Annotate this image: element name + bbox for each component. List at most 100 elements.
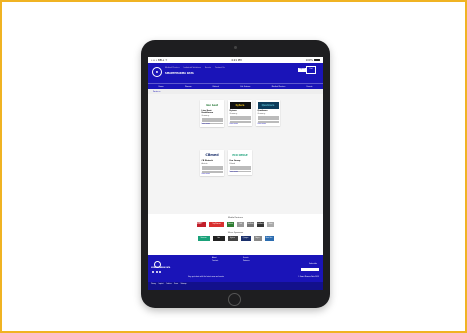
partner-logo: hytera	[229, 101, 251, 109]
footer-bottom-link[interactable]: Cookies	[166, 284, 171, 285]
footer-bottom-link[interactable]: Imprint	[159, 284, 164, 285]
footer-notice: Stay up to date with the latest news and…	[188, 277, 225, 278]
nav-item[interactable]: Events	[307, 86, 313, 88]
sponsor-logo[interactable]: Siemens	[197, 236, 210, 241]
nav-item[interactable]: Pharma	[185, 86, 191, 88]
sponsor-logo[interactable]: Pharma Health	[197, 221, 206, 227]
background-frame: •••• BELL ≑ 4:21 PM 100% B Medical Devic…	[0, 0, 467, 333]
partner-logo: Qualicare	[257, 101, 279, 109]
brand-name: SMARTPHARMA DATA	[165, 72, 194, 75]
partner-description	[229, 115, 251, 123]
sponsor-logo[interactable]: Top Pharma	[209, 221, 224, 227]
partner-logo: ECO OPOLE	[230, 152, 251, 159]
sponsor-logo[interactable]: Bayer	[253, 236, 262, 241]
partner-logo-text: CBmed	[205, 153, 219, 157]
social-links	[152, 271, 161, 273]
partner-card[interactable]: lion beat Lion Beat Healthcare Germany L…	[200, 100, 224, 127]
partner-country: Poland	[229, 162, 236, 165]
partner-country: Germany	[257, 112, 266, 115]
sponsor-logo[interactable]: Lion	[212, 236, 225, 241]
partner-title: CB Biotech	[201, 160, 214, 162]
copyright: © Smart Pharma Data 2023	[297, 277, 319, 278]
sponsor-logo[interactable]: BioWorld	[257, 221, 264, 227]
partner-logo: lion beat	[202, 102, 223, 109]
nav-item[interactable]: Home	[159, 86, 164, 88]
facebook-icon[interactable]	[152, 271, 154, 273]
footer-top: SMARTPHARMA DATA About Contact Events Pa…	[148, 255, 323, 282]
partner-logo: CBmed	[202, 152, 223, 159]
home-button[interactable]	[228, 293, 241, 306]
footer-links: Events Partners	[243, 258, 250, 262]
partner-description	[257, 115, 279, 123]
battery-group: 100%	[306, 59, 320, 62]
cart-button[interactable]: Cart	[306, 66, 316, 74]
partner-grid: lion beat Lion Beat Healthcare Germany L…	[148, 94, 323, 214]
learn-more-link[interactable]: Learn more	[202, 174, 223, 175]
learn-more-link[interactable]: Learn more	[202, 124, 223, 125]
footer-bottom-link[interactable]: Sitemap	[181, 284, 187, 285]
camera-icon	[234, 46, 237, 49]
clock-label: 4:21 PM	[231, 58, 242, 62]
footer-link[interactable]: Partners	[243, 261, 250, 262]
partner-title: Eco Group	[229, 160, 241, 162]
nav-item[interactable]: Biotech	[213, 86, 219, 88]
signin-button[interactable]: Sign in	[298, 68, 306, 72]
footer-link[interactable]: Contact	[212, 261, 218, 262]
partner-title: Hytera	[229, 110, 237, 112]
silver-sponsors-section: Silver Sponsors Siemens Lion Hytera Cyto…	[148, 231, 323, 241]
partner-title: Qualicare	[257, 110, 268, 112]
partner-card[interactable]: Qualicare Qualicare Germany Learn more	[256, 100, 280, 127]
learn-more-link[interactable]: Learn more	[258, 124, 279, 125]
top-link[interactable]: Medical Devices	[165, 67, 180, 69]
learn-more-link[interactable]: Learn more	[230, 124, 251, 125]
sponsor-logo[interactable]: iStem	[267, 221, 274, 227]
sponsor-logo[interactable]: Lab	[237, 221, 244, 227]
logo-row: Siemens Lion Hytera Cytogen Bayer Next G…	[148, 236, 323, 241]
top-link[interactable]: Industrial Solutions	[184, 67, 201, 69]
partner-logo-text: hytera	[235, 103, 245, 107]
partner-card[interactable]: CBmed CB Biotech Austria Learn more	[200, 150, 224, 177]
footer-bottom-link[interactable]: Terms	[174, 284, 178, 285]
footer-bottom-links: Privacy Imprint Cookies Terms Sitemap	[151, 284, 186, 285]
top-link[interactable]: Events	[205, 67, 211, 69]
sponsor-logo[interactable]: Next Gen	[264, 236, 274, 241]
footer-link[interactable]: About	[212, 258, 218, 259]
site-logo[interactable]: B	[152, 67, 162, 77]
partner-logo-text: Qualicare	[261, 103, 275, 107]
linkedin-icon[interactable]	[159, 271, 161, 273]
partner-logo-text: lion beat	[206, 103, 218, 107]
logo-row: Pharma Health Top Pharma Biotech Lab Med…	[148, 221, 323, 227]
tablet-screen: •••• BELL ≑ 4:21 PM 100% B Medical Devic…	[148, 57, 323, 290]
partner-country: Germany	[229, 112, 238, 115]
partner-description	[201, 117, 223, 124]
site-header: B Medical Devices Industrial Solutions E…	[148, 63, 323, 89]
newsletter-label: Subscribe	[309, 264, 317, 265]
breadcrumb-link[interactable]: Partners	[153, 91, 160, 93]
partner-logo-text: ECO OPOLE	[232, 153, 248, 157]
partner-country: Germany	[201, 114, 210, 117]
top-link[interactable]: Contact Us	[215, 67, 225, 69]
nav-item[interactable]: Medical Devices	[272, 86, 286, 88]
section-title: Media Partners	[228, 217, 243, 219]
footer-link[interactable]: Events	[243, 258, 250, 259]
footer-links: About Contact	[212, 258, 218, 262]
partner-description	[201, 165, 223, 173]
footer-bottom-link[interactable]: Privacy	[151, 284, 156, 285]
top-links: Medical Devices Industrial Solutions Eve…	[165, 67, 225, 69]
partner-card[interactable]: hytera Hytera Germany Learn more	[228, 100, 252, 127]
newsletter-input[interactable]	[301, 268, 319, 271]
sponsor-logo[interactable]: Biotech	[227, 221, 234, 227]
sponsor-logo[interactable]: MedTech	[247, 221, 254, 227]
battery-label: 100%	[305, 58, 313, 62]
sponsor-logo[interactable]: Cytogen	[240, 236, 251, 241]
footer-logo-icon	[154, 261, 161, 268]
footer-bottom: Privacy Imprint Cookies Terms Sitemap	[148, 282, 323, 290]
sponsor-logo[interactable]: Hytera	[227, 236, 238, 241]
section-title: Silver Sponsors	[227, 231, 244, 234]
twitter-icon[interactable]	[155, 271, 158, 273]
battery-icon	[313, 58, 320, 62]
learn-more-link[interactable]: Learn more	[230, 172, 251, 173]
nav-item[interactable]: Life Science	[240, 86, 250, 88]
partner-card[interactable]: ECO OPOLE Eco Group Poland Learn more	[228, 150, 252, 175]
footer-brand: SMARTPHARMA DATA	[151, 268, 171, 269]
